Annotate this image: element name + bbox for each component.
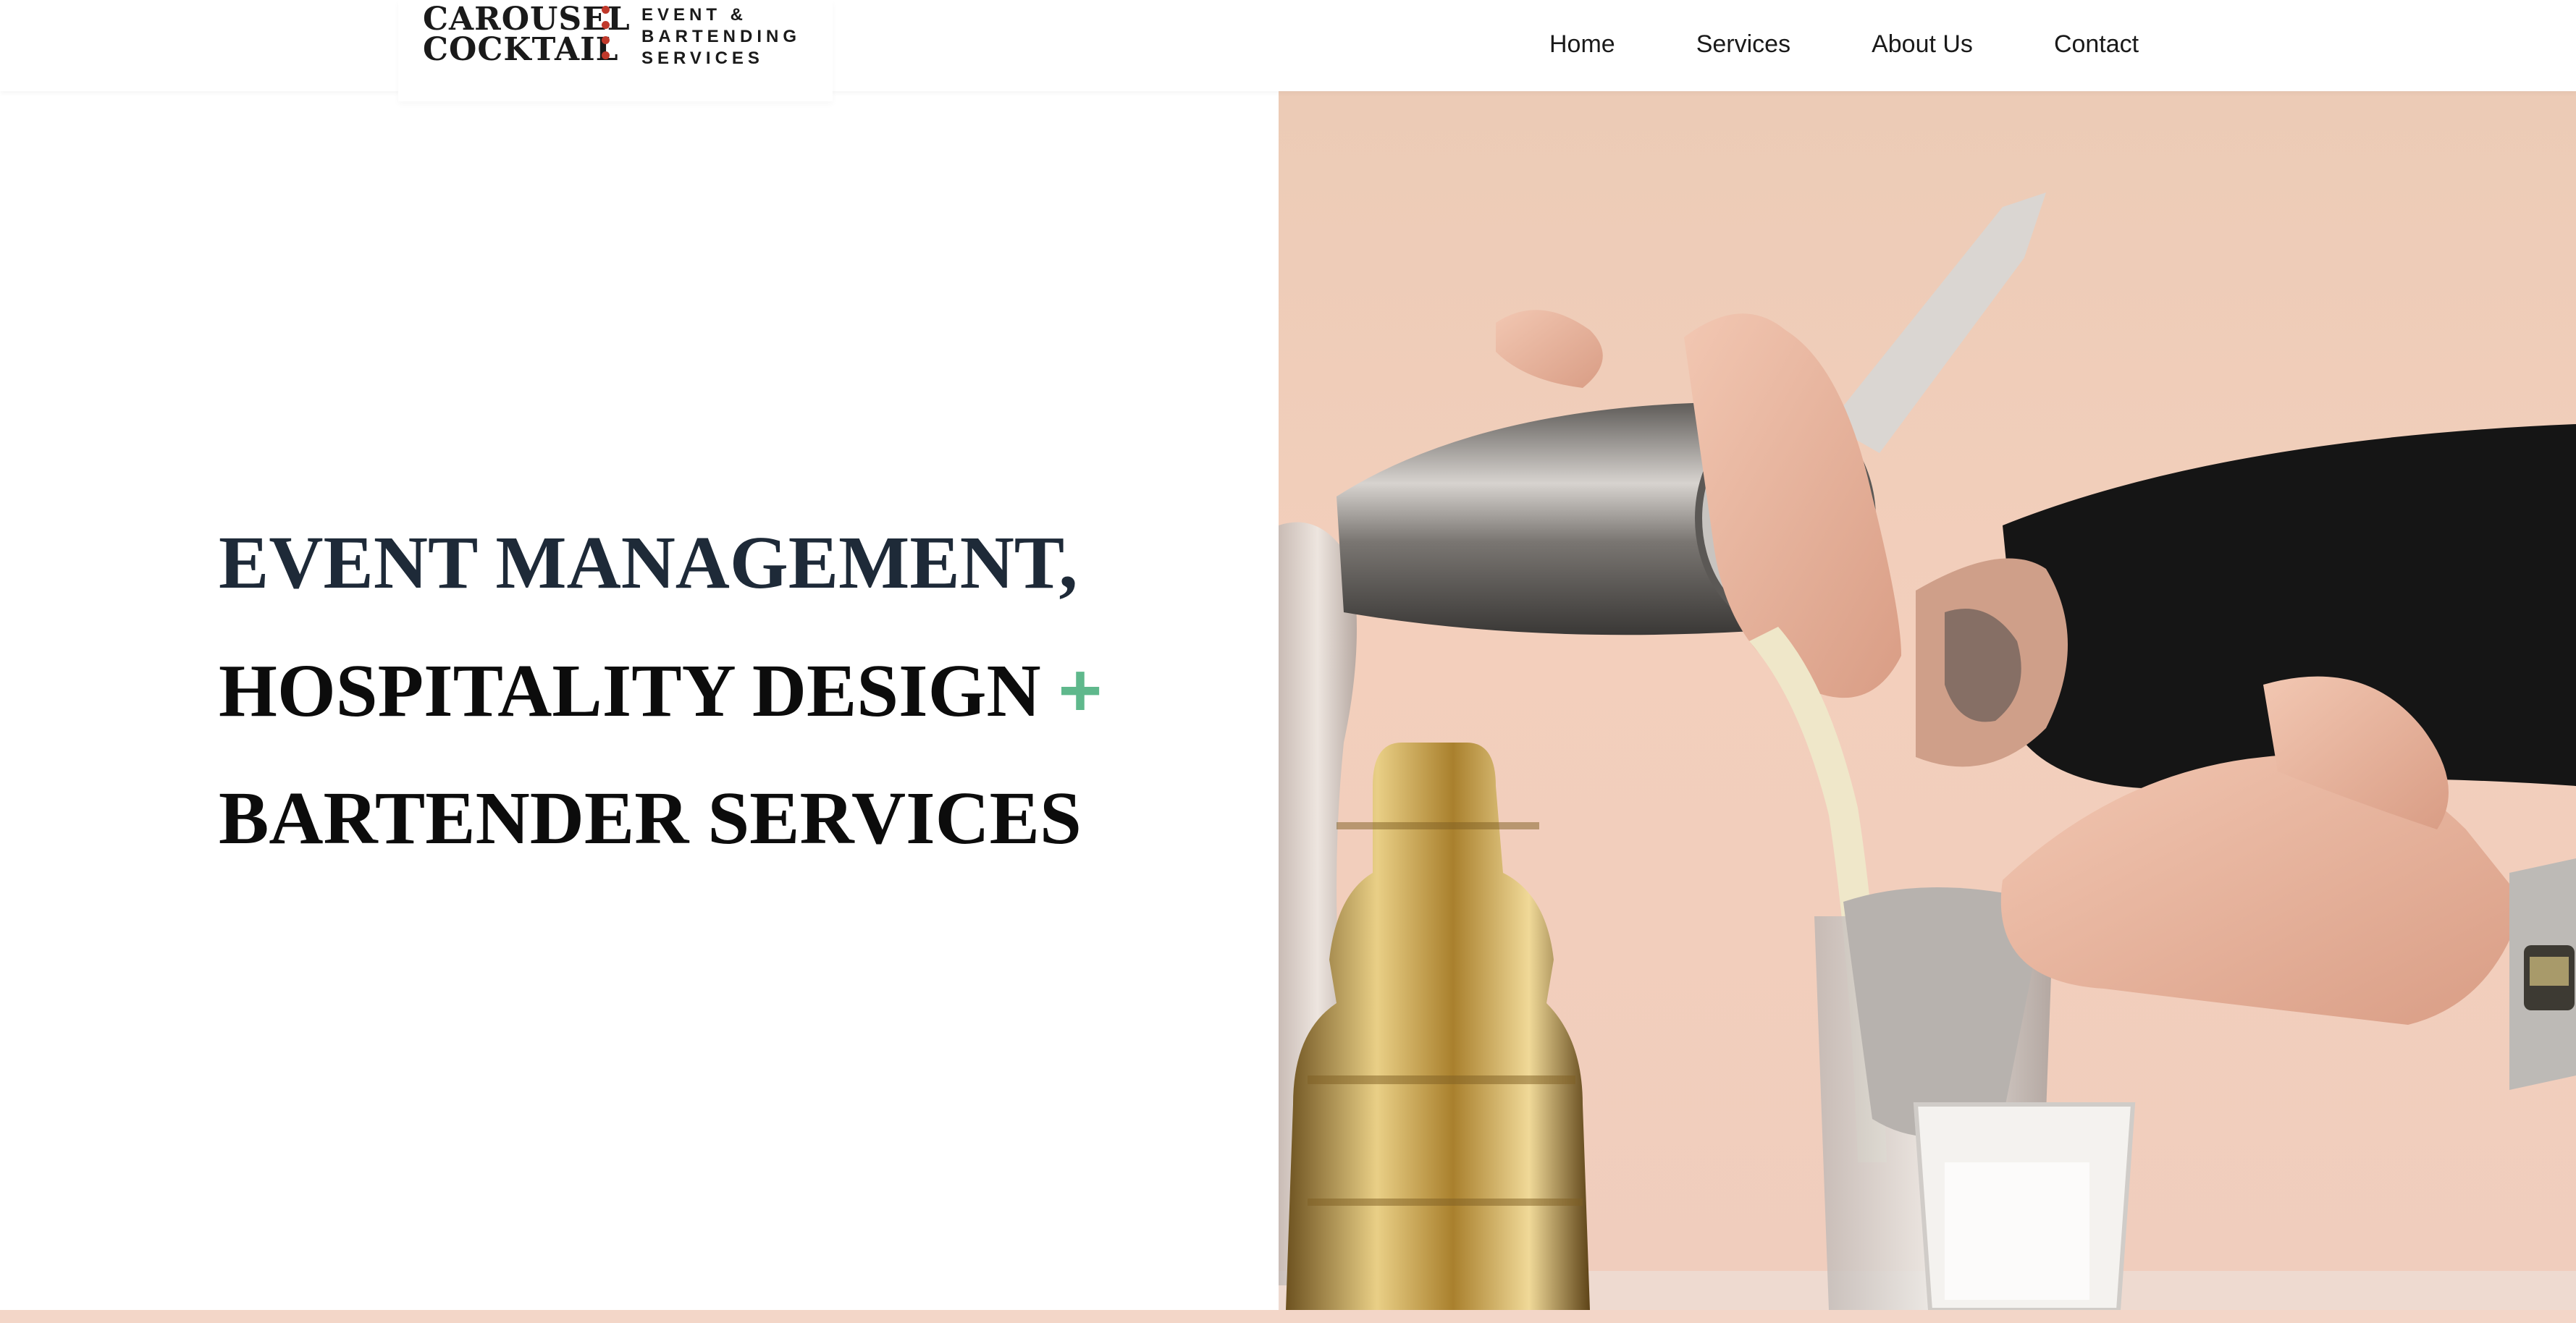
- logo-tagline-line-1: Event &: [641, 5, 748, 25]
- nav-link-services[interactable]: Services: [1696, 30, 1790, 59]
- logo-dot: [602, 6, 610, 14]
- site-header: Carousel Cocktail Event & Bartending Ser…: [0, 0, 2576, 101]
- logo-name-line-1: Carousel: [423, 1, 631, 38]
- nav-link-contact[interactable]: Contact: [2054, 30, 2139, 59]
- logo-dot: [602, 51, 610, 59]
- nav-link-home[interactable]: Home: [1549, 30, 1615, 59]
- bottom-strip: [0, 1310, 2576, 1323]
- logo-dot: [602, 21, 610, 29]
- logo-tagline-line-3: Services: [641, 48, 764, 68]
- logo-tagline: Event & Bartending Services: [641, 4, 801, 69]
- nav-link-about-us[interactable]: About Us: [1872, 30, 1973, 59]
- hero-heading: EVENT MANAGEMENT, HOSPITALITY DESIGN + BA…: [219, 525, 1102, 908]
- logo-name-line-2: Cocktail: [423, 31, 619, 68]
- hero-line-2-text: HOSPITALITY DESIGN: [219, 649, 1041, 732]
- plus-icon: +: [1058, 648, 1103, 732]
- logo-dot: [602, 36, 610, 44]
- logo-wordmark: Carousel Cocktail: [423, 1, 631, 68]
- hero-line-2: HOSPITALITY DESIGN +: [219, 653, 1102, 729]
- hero-line-1: EVENT MANAGEMENT,: [219, 521, 1078, 604]
- logo-dots-divider: [602, 6, 610, 65]
- main-nav: Home Services About Us Contact: [1549, 26, 2139, 62]
- logo-tagline-line-2: Bartending: [641, 27, 801, 46]
- hero-image: [1279, 91, 2576, 1310]
- logo[interactable]: Carousel Cocktail Event & Bartending Ser…: [398, 0, 833, 101]
- hero-line-3: BARTENDER SERVICES: [219, 777, 1082, 860]
